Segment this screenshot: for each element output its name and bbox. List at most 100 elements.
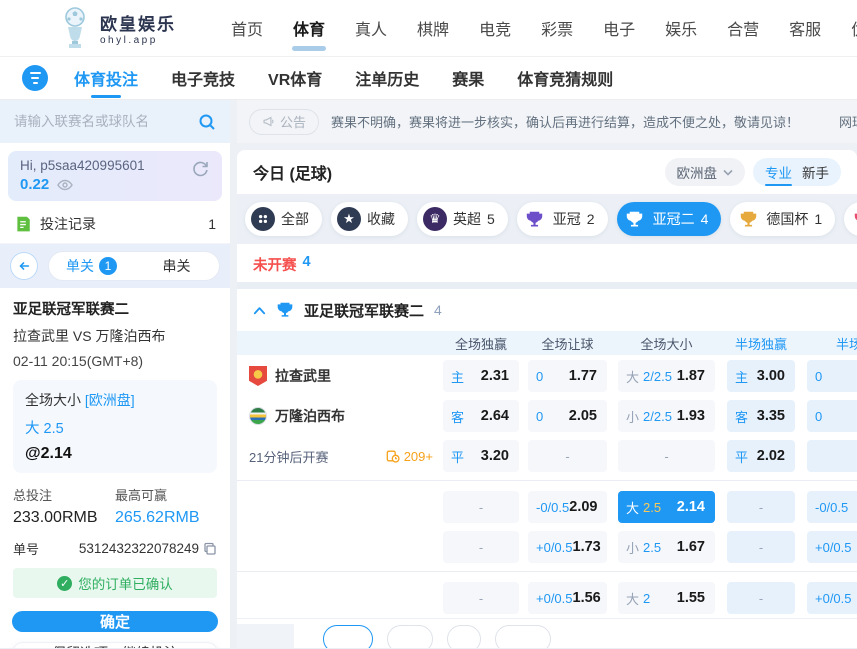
top-nav-item[interactable]: 体育 <box>290 8 328 48</box>
odds-cell[interactable]: 大2.52.14 <box>618 491 715 523</box>
cell-line: 2.5 <box>643 540 661 555</box>
copy-icon[interactable] <box>203 542 217 556</box>
market-tab-pill[interactable] <box>495 625 551 648</box>
league-chip-英超[interactable]: ♛英超5 <box>417 202 508 236</box>
trophy-icon <box>736 207 760 231</box>
site-logo[interactable]: 欧皇娱乐 ohyl.app <box>58 7 176 49</box>
subnav-tabs: 体育投注电子竞技 VR体育注单历史赛果体育竞猜规则 <box>74 56 613 100</box>
cell-tag: 主 <box>443 367 464 386</box>
top-nav-item[interactable]: 电竞 <box>476 8 514 48</box>
top-nav-item[interactable]: 棋牌 <box>414 8 452 48</box>
odds-cell[interactable]: -0/0.52.09 <box>528 491 607 523</box>
odds-cell[interactable]: -0/0.5 <box>807 491 857 523</box>
league-chip-亚冠[interactable]: 亚冠2 <box>517 202 608 236</box>
subnav-tab[interactable]: 体育竞猜规则 <box>517 56 613 100</box>
odds-cell-empty: - <box>727 582 795 614</box>
cell-tag: 客 <box>727 407 748 426</box>
more-markets-link[interactable]: 209+ <box>386 449 433 464</box>
tab-single-bet[interactable]: 单关 1 <box>49 256 134 276</box>
total-stake-label: 总投注 <box>13 485 115 504</box>
league-chip-德国杯[interactable]: 德国杯1 <box>730 202 835 236</box>
subnav-tab[interactable]: 赛果 <box>452 56 484 100</box>
cell-line: 2 <box>643 591 650 606</box>
odds-cell[interactable]: +0/0.5 <box>807 582 857 614</box>
search-input[interactable] <box>14 114 198 129</box>
odds-cell[interactable]: 小2/2.51.93 <box>618 400 715 432</box>
mode-toggle: 专业 新手 <box>753 158 841 186</box>
cell-tag: -0/0.5 <box>807 500 848 515</box>
top-nav-item[interactable]: 合营 <box>724 8 762 48</box>
odds-cell[interactable]: 主2.31 <box>443 360 519 392</box>
odds-cell[interactable]: 02.05 <box>528 400 607 432</box>
odds-cell[interactable]: 0 <box>807 360 857 392</box>
odds-cell-empty: - <box>528 440 607 472</box>
announcement-text: 赛果不明确，赛果将进一步核实，确认后再进行结算，造成不便之处，敬请见谅！ <box>331 112 799 131</box>
odds-cell[interactable]: 主3.00 <box>727 360 795 392</box>
filter-icon[interactable] <box>22 65 48 91</box>
league-chip-亚冠二[interactable]: 亚冠二4 <box>617 202 722 236</box>
cell-line: 2/2.5 <box>643 369 672 384</box>
odds-cell[interactable]: +0/0.51.73 <box>528 531 607 563</box>
cell-tag: 0 <box>807 409 822 424</box>
subnav-tab[interactable]: 电子竞技 <box>171 56 235 100</box>
status-label: 未开赛 <box>253 254 297 275</box>
odds-cell[interactable]: 平3.20 <box>443 440 519 472</box>
top-nav-item[interactable]: 首页 <box>228 8 266 48</box>
keep-selection-button[interactable]: 保留选项，继续投注 <box>12 642 218 648</box>
cell-tag: 主 <box>727 367 748 386</box>
odds-cell-empty: - <box>443 582 519 614</box>
chevron-up-icon[interactable] <box>253 306 266 315</box>
today-header: 今日 (足球) 欧洲盘 专业 新手 <box>237 150 857 194</box>
back-button[interactable] <box>10 252 38 280</box>
mode-pro-option[interactable]: 专业 <box>765 162 792 182</box>
odds-cell[interactable]: 平2.02 <box>727 440 795 472</box>
top-nav-item[interactable]: 电子 <box>600 8 638 48</box>
odds-cell[interactable]: 大2/2.51.87 <box>618 360 715 392</box>
odds-cell[interactable]: 小2.51.67 <box>618 531 715 563</box>
odds-cell[interactable]: 大21.55 <box>618 582 715 614</box>
top-nav-item[interactable]: 娱乐 <box>662 8 700 48</box>
top-nav-item[interactable]: 真人 <box>352 8 390 48</box>
user-greeting: Hi, p5saa420995601 <box>20 158 145 173</box>
announcement-badge: 公告 <box>249 109 319 135</box>
search-icon[interactable] <box>198 113 216 131</box>
cell-odds-value: 1.93 <box>677 408 715 424</box>
trophy-icon <box>850 207 857 231</box>
cell-line: 2.5 <box>643 500 661 515</box>
top-bar: 欧皇娱乐 ohyl.app 首页体育真人棋牌电竞彩票电子娱乐合营客服优惠APP <box>0 0 857 57</box>
top-nav-item[interactable]: 客服 <box>786 8 824 48</box>
market-tab-pill[interactable] <box>323 625 373 648</box>
cell-line: 2/2.5 <box>643 409 672 424</box>
top-nav-item[interactable]: 彩票 <box>538 8 576 48</box>
subnav-tab[interactable]: VR体育 <box>268 56 322 100</box>
league-header-row[interactable]: 亚足联冠军联赛二 4 <box>237 289 857 331</box>
league-chip-全部[interactable]: 全部 <box>245 202 322 236</box>
pick-odds-value: @2.14 <box>25 445 205 463</box>
top-nav-item[interactable]: 优惠 <box>848 8 857 48</box>
odds-cell[interactable]: 0 <box>807 400 857 432</box>
subnav-tab[interactable]: 体育投注 <box>74 56 138 100</box>
league-chip-收藏[interactable]: ★收藏 <box>331 202 408 236</box>
tab-parlay-bet[interactable]: 串关 <box>134 256 219 276</box>
eye-icon[interactable] <box>57 179 73 191</box>
odds-cell[interactable]: 01.77 <box>528 360 607 392</box>
refresh-icon[interactable] <box>190 158 210 178</box>
league-chip-国王杯[interactable]: 国王杯1 <box>844 202 857 236</box>
chip-count: 5 <box>487 211 495 227</box>
odds-cell-empty: - <box>618 440 715 472</box>
odds-cell[interactable]: 客3.35 <box>727 400 795 432</box>
mode-novice-option[interactable]: 新手 <box>802 162 829 182</box>
odds-cell[interactable]: +0/0.5 <box>807 531 857 563</box>
odds-type-dropdown[interactable]: 欧洲盘 <box>665 158 746 186</box>
market-tab-pill[interactable] <box>387 625 433 648</box>
cell-tag: 0 <box>528 369 543 384</box>
confirm-button[interactable]: 确定 <box>12 611 218 632</box>
crown-icon: ♛ <box>423 207 447 231</box>
cell-tag: 0 <box>528 409 543 424</box>
odds-cell[interactable]: 客2.64 <box>443 400 519 432</box>
bet-record-row[interactable]: 投注记录 1 <box>0 205 230 244</box>
odds-cell[interactable]: +0/0.51.56 <box>528 582 607 614</box>
trophy-logo-icon <box>58 7 92 49</box>
market-tab-pill[interactable] <box>447 625 481 648</box>
subnav-tab[interactable]: 注单历史 <box>355 56 419 100</box>
